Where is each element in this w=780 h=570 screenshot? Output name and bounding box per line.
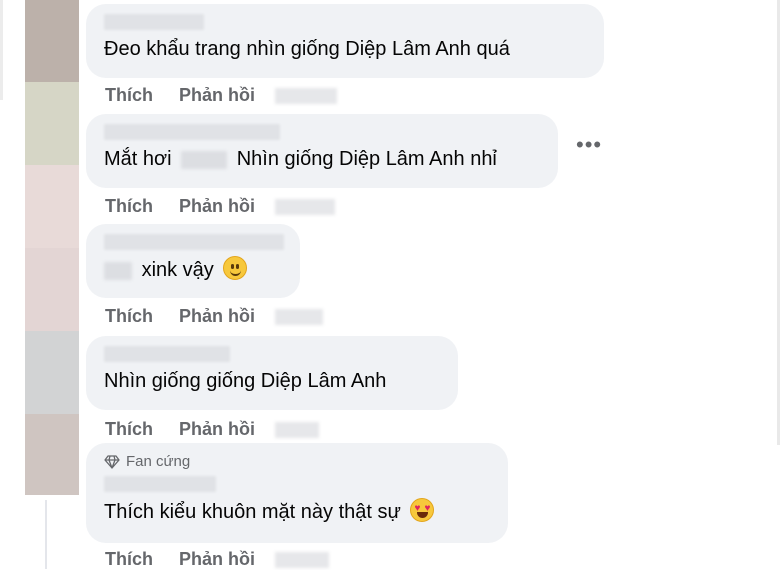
comment: Mắt hơi Nhìn giống Diệp Lâm Anh nhỉ bbox=[86, 114, 558, 188]
avatar[interactable] bbox=[25, 248, 79, 331]
like-button[interactable]: Thích bbox=[105, 85, 153, 106]
author-name-redacted[interactable] bbox=[104, 234, 284, 250]
redacted-word bbox=[181, 150, 228, 169]
reply-button[interactable]: Phản hồi bbox=[179, 196, 255, 217]
avatar[interactable] bbox=[25, 82, 79, 165]
like-button[interactable]: Thích bbox=[105, 306, 153, 327]
comment-bubble: Fan cứng Thích kiểu khuôn mặt này thật s… bbox=[86, 443, 508, 543]
comment-text-body: Thích kiểu khuôn mặt này thật sự bbox=[104, 501, 401, 523]
author-name-redacted[interactable] bbox=[104, 124, 280, 140]
avatar[interactable] bbox=[25, 0, 79, 82]
author-name-redacted[interactable] bbox=[104, 14, 204, 30]
reply-button[interactable]: Phản hồi bbox=[179, 419, 255, 440]
comment-actions: Thích Phản hồi bbox=[105, 306, 323, 327]
reply-button[interactable]: Phản hồi bbox=[179, 85, 255, 106]
timestamp-redacted[interactable] bbox=[275, 551, 329, 568]
comment: Fan cứng Thích kiểu khuôn mặt này thật s… bbox=[86, 443, 508, 543]
comment: Nhìn giống giống Diệp Lâm Anh bbox=[86, 336, 458, 410]
avatar[interactable] bbox=[25, 414, 79, 495]
comment-text: Nhìn giống giống Diệp Lâm Anh bbox=[104, 370, 387, 392]
heart-eyes-face-icon: ♥ ♥ bbox=[410, 498, 435, 522]
avatar[interactable] bbox=[25, 165, 79, 248]
reply-button[interactable]: Phản hồi bbox=[179, 306, 255, 327]
avatar-column bbox=[25, 0, 79, 495]
redacted-word bbox=[104, 261, 132, 280]
left-border bbox=[0, 0, 3, 100]
comment-text: xink vậy bbox=[104, 256, 282, 283]
comment-actions: Thích Phản hồi bbox=[105, 85, 337, 106]
more-options-icon[interactable]: ••• bbox=[576, 134, 602, 156]
comment-bubble: Nhìn giống giống Diệp Lâm Anh bbox=[86, 336, 458, 410]
timestamp-redacted[interactable] bbox=[275, 87, 337, 104]
comment-text-end: Nhìn giống Diệp Lâm Anh nhỉ bbox=[236, 148, 497, 170]
like-button[interactable]: Thích bbox=[105, 549, 153, 570]
comment: xink vậy bbox=[86, 224, 300, 298]
timestamp-redacted[interactable] bbox=[275, 308, 323, 325]
avatar[interactable] bbox=[25, 331, 79, 414]
timestamp-redacted[interactable] bbox=[275, 198, 335, 215]
comment-actions: Thích Phản hồi bbox=[105, 549, 329, 570]
like-button[interactable]: Thích bbox=[105, 196, 153, 217]
comment-text-start: Mắt hơi bbox=[104, 148, 172, 170]
comment-actions: Thích Phản hồi bbox=[105, 419, 319, 440]
author-name-redacted[interactable] bbox=[104, 346, 230, 362]
comment-text: Thích kiểu khuôn mặt này thật sự ♥ ♥ bbox=[104, 498, 490, 525]
comment-bubble: Mắt hơi Nhìn giống Diệp Lâm Anh nhỉ bbox=[86, 114, 558, 188]
reply-button[interactable]: Phản hồi bbox=[179, 549, 255, 570]
badge-label: Fan cứng bbox=[126, 453, 191, 470]
thread-line bbox=[45, 500, 47, 569]
comment-text-body: xink vậy bbox=[141, 259, 214, 281]
comment-actions: Thích Phản hồi bbox=[105, 196, 335, 217]
diamond-icon bbox=[104, 454, 120, 469]
like-button[interactable]: Thích bbox=[105, 419, 153, 440]
comment-bubble: Đeo khẩu trang nhìn giống Diệp Lâm Anh q… bbox=[86, 4, 604, 78]
comment-text: Mắt hơi Nhìn giống Diệp Lâm Anh nhỉ bbox=[104, 146, 540, 172]
top-fan-badge: Fan cứng bbox=[104, 453, 490, 470]
comment-bubble: xink vậy bbox=[86, 224, 300, 298]
comment: Đeo khẩu trang nhìn giống Diệp Lâm Anh q… bbox=[86, 4, 604, 78]
timestamp-redacted[interactable] bbox=[275, 421, 319, 438]
slightly-smiling-face-icon bbox=[223, 256, 248, 280]
author-name-redacted[interactable] bbox=[104, 476, 216, 492]
comment-text: Đeo khẩu trang nhìn giống Diệp Lâm Anh q… bbox=[104, 38, 510, 60]
